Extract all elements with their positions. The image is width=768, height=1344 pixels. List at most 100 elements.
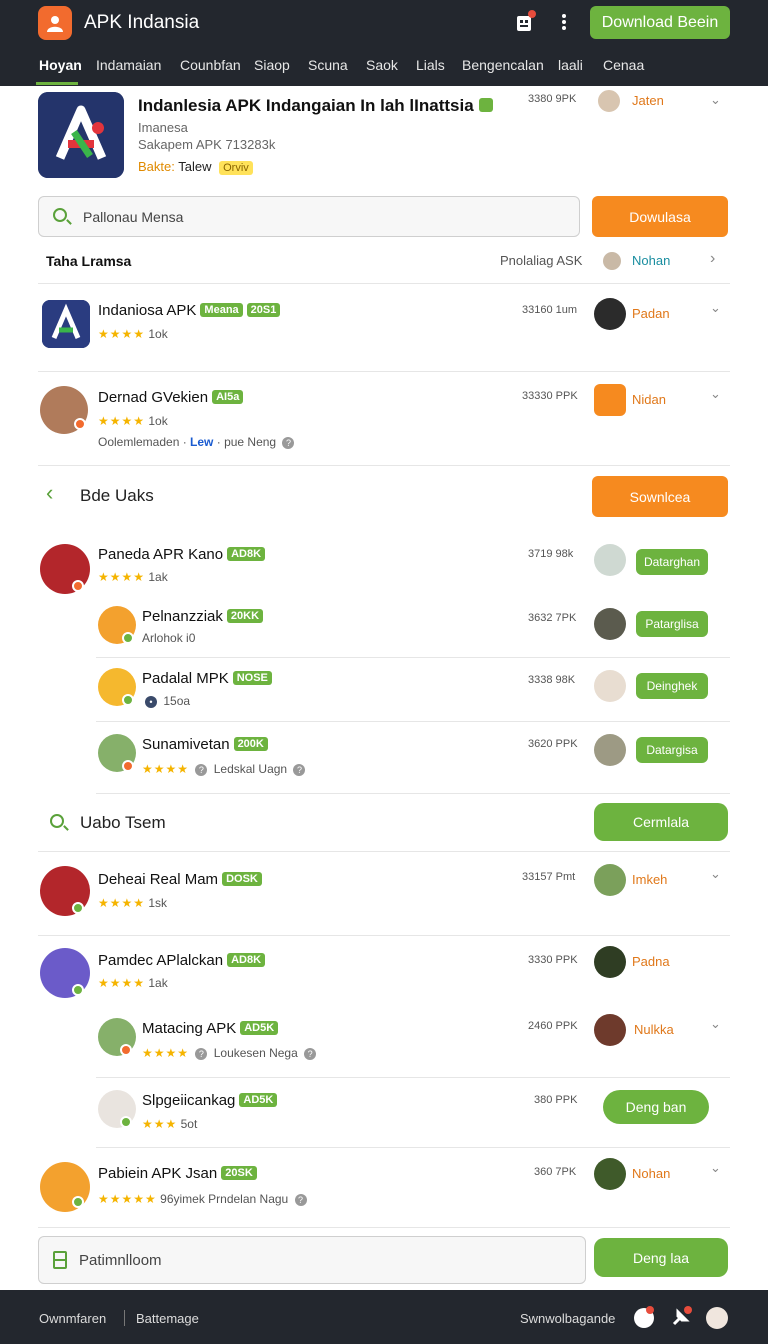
avatar: [594, 864, 626, 896]
chevron-down-icon[interactable]: ⌄: [710, 92, 721, 108]
file-icon: [53, 1251, 67, 1269]
chevron-down-icon[interactable]: ⌄: [710, 866, 721, 882]
notification-icon[interactable]: [512, 10, 536, 34]
search-input[interactable]: [83, 197, 563, 236]
more-menu-icon[interactable]: [552, 10, 576, 34]
nav-item[interactable]: Scuna: [308, 57, 348, 73]
avatar: [594, 544, 626, 576]
brand[interactable]: APK Indansia: [38, 6, 199, 40]
chevron-down-icon[interactable]: ⌄: [710, 1160, 721, 1176]
app-name: Padalal MPK NOSE: [142, 670, 272, 687]
action-button[interactable]: Deinghek: [636, 673, 708, 699]
chevron-down-icon[interactable]: ⌄: [710, 300, 721, 316]
search-download-button[interactable]: Dowulasa: [592, 196, 728, 237]
featured-app-subtitle: Imanesa: [138, 120, 188, 135]
nav-item[interactable]: Saok: [366, 57, 398, 73]
bottom-input-box: [38, 1236, 586, 1284]
app-user[interactable]: Padna: [632, 954, 670, 969]
nav-active-indicator: [36, 82, 78, 85]
avatar: [594, 670, 626, 702]
featured-app: Indanlesia APK Indangaian In lah lInatts…: [38, 88, 730, 182]
featured-app-user[interactable]: Jaten: [632, 93, 664, 108]
app-size: 380 PPK: [534, 1094, 578, 1106]
back-icon[interactable]: ‹: [46, 480, 53, 506]
app-name: Sunamivetan 200K: [142, 736, 268, 753]
app-size: 3632 7PK: [528, 612, 577, 624]
avatar[interactable]: [596, 88, 622, 114]
app-user[interactable]: Nohan: [632, 1166, 670, 1181]
filter-user[interactable]: Nohan: [632, 253, 670, 268]
app-size: 2460 PPK: [528, 1020, 578, 1032]
app-logo-icon: [38, 6, 72, 40]
filter-option[interactable]: Pnolaliag ASK: [500, 253, 582, 268]
download-button[interactable]: Download Beein: [590, 6, 730, 39]
app-name: Pabiein APK Jsan 20SK: [98, 1165, 257, 1182]
bottom-input[interactable]: [79, 1237, 559, 1283]
app-size: 33157 Pmt: [522, 871, 576, 883]
app-user[interactable]: Padan: [632, 306, 670, 321]
nav-item[interactable]: Counbfan: [180, 57, 241, 73]
section-action-button[interactable]: Cermlala: [594, 803, 728, 841]
featured-app-price: 3380 9PK: [528, 93, 577, 105]
chevron-right-icon[interactable]: ›: [710, 250, 715, 268]
list-item[interactable]: Pamdec APlalckan AD8K ★★★★ 1ak 3330 PPK P…: [38, 936, 730, 1006]
section-title: Uabo Tsem: [80, 813, 166, 832]
app-size: 3330 PPK: [528, 954, 578, 966]
nav-item[interactable]: Siaop: [254, 57, 290, 73]
app-name: Slpgeiicankag AD5K: [142, 1092, 278, 1109]
nav-item[interactable]: Cenaa: [603, 57, 644, 73]
nav-item[interactable]: laali: [558, 57, 583, 73]
list-item[interactable]: Paneda APR Kano AD8K ★★★★ 1ak 3719 98k Da…: [38, 532, 730, 598]
app-rating: ★★★★ 1ok: [98, 327, 168, 341]
list-item[interactable]: Pabiein APK Jsan 20SK ★★★★★ 96yimek Prnde…: [38, 1148, 730, 1228]
list-item[interactable]: Dernad GVekien AI5a ★★★★ 1ok Oolemlemaden…: [38, 372, 730, 466]
nav-item[interactable]: Indamaian: [96, 57, 161, 73]
nav-item[interactable]: Lials: [416, 57, 445, 73]
app-name: Dernad GVekien AI5a: [98, 389, 244, 406]
avatar[interactable]: [706, 1307, 728, 1329]
footer-link[interactable]: Ownmfaren: [39, 1311, 106, 1326]
search-icon[interactable]: [50, 814, 64, 828]
app-sub: • 15oa: [142, 694, 190, 708]
app-rating: ★★★★ ? Loukesen Nega ?: [142, 1046, 319, 1060]
list-item[interactable]: Pelnanzziak 20KK Arlohok i0 3632 7PK Pata…: [96, 596, 730, 658]
settings-icon[interactable]: [634, 1306, 654, 1328]
app-user[interactable]: Nulkka: [634, 1022, 674, 1037]
filter-label[interactable]: Taha Lramsa: [46, 253, 131, 269]
section-download-button[interactable]: Sownlcea: [592, 476, 728, 517]
avatar: [594, 1014, 626, 1046]
divider: [124, 1310, 125, 1326]
list-item[interactable]: Sunamivetan 200K ★★★★ ? Ledskal Uagn ? 36…: [96, 722, 730, 794]
list-item[interactable]: Deheai Real Mam DOSK ★★★★ 1sk 33157 Pmt I…: [38, 852, 730, 936]
list-item[interactable]: Padalal MPK NOSE • 15oa 3338 98K Deinghek: [96, 658, 730, 722]
app-size: 3620 PPK: [528, 738, 578, 750]
app-user[interactable]: Nidan: [632, 392, 666, 407]
action-button[interactable]: Patarglisa: [636, 611, 708, 637]
app-name: Pamdec APlalckan AD8K: [98, 952, 266, 969]
list-item[interactable]: Matacing APK AD5K ★★★★ ? Loukesen Nega ? …: [96, 1004, 730, 1078]
app-name: Deheai Real Mam DOSK: [98, 871, 262, 888]
app-rating: ★★★★ ? Ledskal Uagn ?: [142, 762, 308, 776]
app-rating: ★★★★ 1sk: [98, 896, 168, 910]
avatar: [594, 946, 626, 978]
app-name: Matacing APK AD5K: [142, 1020, 279, 1037]
featured-app-icon[interactable]: [38, 92, 124, 178]
chevron-down-icon[interactable]: ⌄: [710, 1016, 721, 1032]
app-user[interactable]: Imkeh: [632, 872, 667, 887]
footer-link[interactable]: Swnwolbagande: [520, 1311, 615, 1326]
chevron-down-icon[interactable]: ⌄: [710, 386, 721, 402]
nav-item[interactable]: Bengencalan: [462, 57, 544, 73]
list-item[interactable]: Indaniosa APK Meana 20S1 ★★★★ 1ok 33160 1u…: [38, 286, 730, 372]
action-button[interactable]: Deng ban: [603, 1090, 709, 1124]
pin-icon[interactable]: [670, 1306, 692, 1328]
avatar: [603, 252, 621, 270]
action-button[interactable]: Datarghan: [636, 549, 708, 575]
nav-item[interactable]: Hoyan: [39, 57, 82, 73]
list-item[interactable]: Slpgeiicankag AD5K ★★★ 5ot 380 PPK Deng b…: [96, 1078, 730, 1148]
bottom-action-button[interactable]: Deng laa: [594, 1238, 728, 1277]
status-badge: Orviv: [219, 161, 253, 175]
action-button[interactable]: Datargisa: [636, 737, 708, 763]
app-rating: ★★★★ 1ok: [98, 414, 168, 428]
app-rating: ★★★ 5ot: [142, 1117, 198, 1131]
footer-link[interactable]: Battemage: [136, 1311, 199, 1326]
